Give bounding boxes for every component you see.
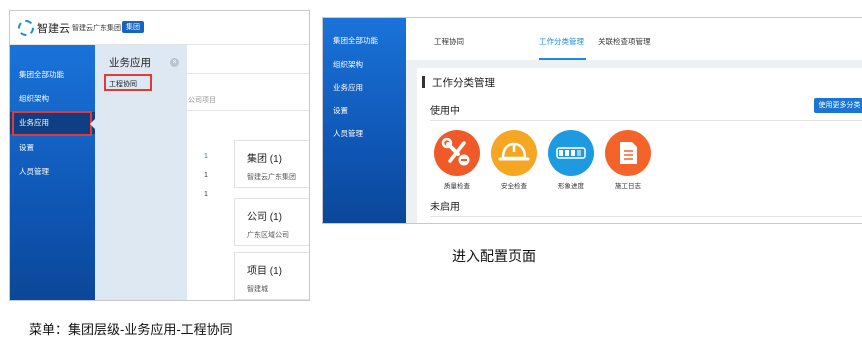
menu-navigation-screenshot: 智建云 智建云广东集团 集团 集团全部功能 组织架构 业务应用 设置 人员管理 … — [9, 10, 310, 301]
highlight-box-business-apps — [12, 111, 92, 136]
business-apps-flyout: 业务应用 × 工程协同 — [95, 45, 187, 300]
divider — [430, 120, 862, 121]
tab-category-management[interactable]: 工作分类管理 — [539, 36, 584, 47]
org-name[interactable]: 智建云广东集团 — [72, 23, 121, 33]
section-title: 工作分类管理 — [432, 77, 495, 89]
sidebar: 集团全部功能 组织架构 业务应用 设置 人员管理 — [323, 18, 406, 223]
sidebar-item-settings[interactable]: 设置 — [333, 105, 348, 116]
in-use-heading: 使用中 — [430, 106, 460, 117]
card-subtitle: 广东区域公司 — [247, 232, 289, 239]
category-label: 施工日志 — [615, 183, 641, 190]
sidebar-item-business-apps[interactable]: 业务应用 — [333, 82, 363, 93]
section-marker — [422, 76, 425, 88]
category-quality-check[interactable] — [434, 130, 480, 176]
logo-text: 智建云 — [37, 23, 70, 35]
caption-menu-path: 菜单：集团层级-业务应用-工程协同 — [29, 322, 233, 337]
sidebar-item-org-structure[interactable]: 组织架构 — [333, 59, 363, 70]
unused-heading: 未启用 — [430, 202, 460, 213]
sidebar-item-settings[interactable]: 设置 — [10, 137, 95, 159]
category-label: 形象进度 — [558, 183, 584, 190]
wrench-icon — [441, 137, 470, 166]
org-card-company[interactable]: 公司 (1) 广东区域公司 — [234, 198, 309, 246]
category-label: 质量检查 — [444, 183, 470, 190]
category-label: 安全检查 — [501, 183, 527, 190]
sidebar-item-all-functions[interactable]: 集团全部功能 — [10, 64, 95, 86]
flyout-title: 业务应用 — [109, 57, 151, 69]
sidebar: 集团全部功能 组织架构 业务应用 设置 人员管理 — [10, 45, 95, 300]
main-area: 工程协同 工作分类管理 关联检查项管理 工作分类管理 使用中 使用更多分类 质量… — [406, 18, 862, 223]
category-construction-log[interactable] — [605, 130, 651, 176]
divider — [430, 216, 862, 217]
card-subtitle: 智建城 — [247, 286, 268, 293]
hardhat-icon — [498, 142, 530, 161]
card-title: 公司 (1) — [247, 212, 282, 223]
card-title: 集团 (1) — [247, 154, 282, 165]
divider — [187, 110, 309, 111]
top-bar: 智建云 智建云广东集团 集团 — [10, 11, 309, 45]
divider — [187, 73, 309, 74]
count-value: 1 — [204, 172, 208, 179]
logo-icon — [18, 20, 34, 36]
count-link[interactable]: 1 — [204, 153, 208, 160]
org-content-area: 公司项目 1 1 1 集团 (1) 智建云广东集团 公司 (1) 广东区域公司 … — [187, 45, 309, 300]
org-level-badge[interactable]: 集团 — [122, 21, 144, 33]
category-panel: 工作分类管理 使用中 使用更多分类 质量检查 安全检查 形象进度 施工日志 未启… — [417, 68, 862, 223]
card-subtitle: 智建云广东集团 — [247, 174, 296, 181]
progress-icon — [556, 147, 586, 159]
org-card-group[interactable]: 集团 (1) 智建云广东集团 — [234, 140, 309, 188]
highlight-box-engineering-collab — [104, 74, 152, 91]
caption-config-page: 进入配置页面 — [452, 248, 536, 264]
count-value: 1 — [204, 191, 208, 198]
card-title: 项目 (1) — [247, 266, 282, 277]
sidebar-item-org-structure[interactable]: 组织架构 — [10, 88, 95, 110]
org-card-project[interactable]: 项目 (1) 智建城 — [234, 252, 309, 300]
crumb-text: 公司项目 — [188, 97, 216, 104]
close-icon[interactable]: × — [170, 58, 179, 67]
sidebar-item-all-functions[interactable]: 集团全部功能 — [333, 35, 378, 46]
document-icon — [620, 142, 637, 164]
sidebar-item-people-management[interactable]: 人员管理 — [333, 128, 363, 139]
active-tab-indicator — [539, 58, 586, 60]
config-page-screenshot: 集团全部功能 组织架构 业务应用 设置 人员管理 工程协同 工作分类管理 关联检… — [322, 17, 862, 224]
module-title: 工程协同 — [434, 37, 464, 46]
category-visual-progress[interactable] — [548, 130, 594, 176]
category-safety-check[interactable] — [491, 130, 537, 176]
tab-linked-check-items[interactable]: 关联检查项管理 — [598, 36, 651, 47]
use-more-categories-button[interactable]: 使用更多分类 — [814, 98, 862, 113]
sidebar-item-people-management[interactable]: 人员管理 — [10, 161, 95, 183]
tab-bar: 工程协同 工作分类管理 关联检查项管理 — [406, 18, 862, 60]
